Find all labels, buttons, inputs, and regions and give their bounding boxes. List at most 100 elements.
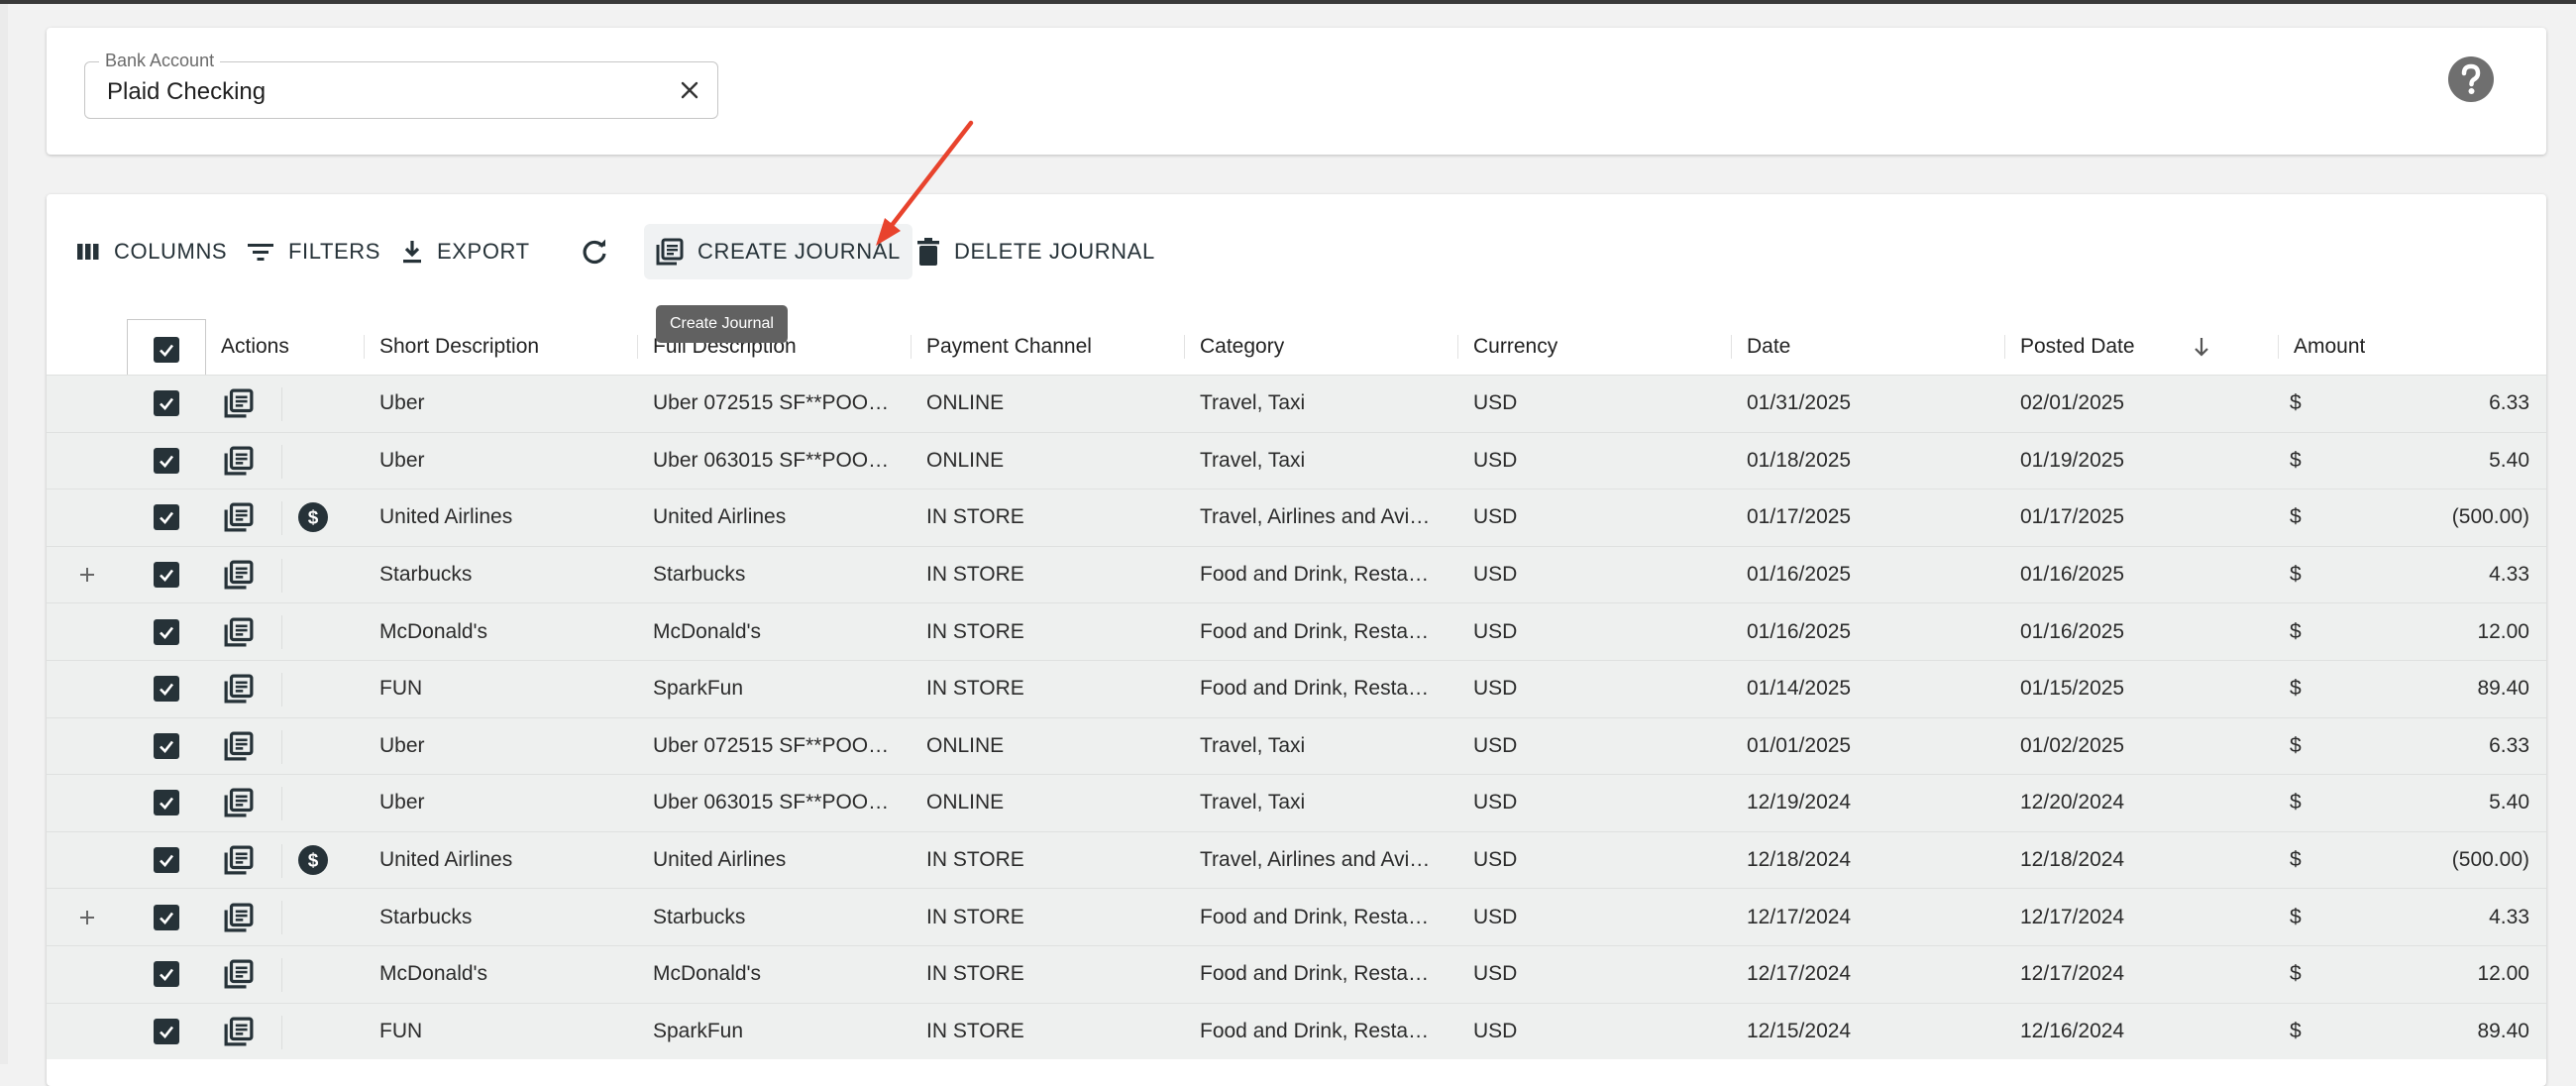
library-books-icon [224,903,254,932]
dollar-circle-icon[interactable]: $ [297,844,329,876]
header-category[interactable]: Category [1200,319,1284,375]
plus-icon[interactable] [77,565,97,585]
expand-cell[interactable] [72,832,102,889]
dollar-cell[interactable]: $ [297,889,329,945]
table-row[interactable]: $ Uber Uber 063015 SF**POO… ONLINE Trave… [47,431,2546,489]
header-posted-date[interactable]: Posted Date [2020,319,2135,375]
select-all-checkbox[interactable] [127,319,206,380]
dollar-cell[interactable]: $ [297,1004,329,1060]
view-journal-button[interactable] [221,603,257,660]
header-amount[interactable]: Amount [2294,319,2365,375]
row-checkbox[interactable] [152,547,181,603]
dollar-cell[interactable]: $ [297,946,329,1003]
expand-cell[interactable] [72,1004,102,1060]
library-books-icon [224,446,254,476]
delete-journal-button[interactable]: DELETE JOURNAL [916,224,1155,279]
view-journal-button[interactable] [221,946,257,1003]
header-currency[interactable]: Currency [1473,319,1557,375]
expand-cell[interactable] [72,603,102,660]
row-checkbox[interactable] [152,489,181,546]
row-checkbox[interactable] [152,775,181,831]
view-journal-button[interactable] [221,376,257,432]
view-journal-button[interactable] [221,889,257,945]
row-checkbox[interactable] [152,718,181,775]
refresh-button[interactable] [580,224,623,279]
expand-cell[interactable] [72,946,102,1003]
row-checkbox[interactable] [152,661,181,717]
left-gutter [0,4,8,1064]
row-checkbox[interactable] [152,1004,181,1060]
view-journal-button[interactable] [221,718,257,775]
view-journal-button[interactable] [221,832,257,889]
expand-cell[interactable] [72,889,102,945]
expand-cell[interactable] [72,718,102,775]
dollar-cell[interactable]: $ [297,489,329,546]
row-checkbox[interactable] [152,433,181,489]
dollar-cell[interactable]: $ [297,661,329,717]
table-row[interactable]: $ Uber Uber 072515 SF**POO… ONLINE Trave… [47,375,2546,432]
view-journal-button[interactable] [221,775,257,831]
posted-text: 01/15/2025 [2020,677,2125,701]
table-row[interactable]: $ FUN SparkFun IN STORE Food and Drink, … [47,659,2546,717]
view-journal-button[interactable] [221,1004,257,1060]
column-separator[interactable] [1184,335,1185,359]
expand-cell[interactable] [72,661,102,717]
column-separator[interactable] [2278,335,2279,359]
expand-cell[interactable] [72,775,102,831]
expand-cell[interactable] [72,433,102,489]
dollar-cell[interactable]: $ [297,775,329,831]
category-cell: Travel, Taxi [1200,376,1449,432]
filters-button[interactable]: FILTERS [247,224,380,279]
column-separator[interactable] [1731,335,1732,359]
view-journal-button[interactable] [221,433,257,489]
bank-account-value[interactable]: Plaid Checking [107,78,266,106]
table-row[interactable]: $ Starbucks Starbucks IN STORE Food and … [47,545,2546,603]
expand-cell[interactable] [72,376,102,432]
clear-icon[interactable] [676,76,703,104]
row-checkbox[interactable] [152,889,181,945]
table-row[interactable]: $ United Airlines United Airlines IN STO… [47,830,2546,889]
arrow-down-icon[interactable] [2193,319,2210,375]
table-row[interactable]: $ United Airlines United Airlines IN STO… [47,489,2546,546]
create-journal-button[interactable]: CREATE JOURNAL [644,224,912,279]
table-row[interactable]: $ McDonald's McDonald's IN STORE Food an… [47,602,2546,660]
view-journal-button[interactable] [221,489,257,546]
header-payment-channel[interactable]: Payment Channel [926,319,1092,375]
header-short-description[interactable]: Short Description [379,319,539,375]
column-separator[interactable] [364,335,365,359]
column-separator[interactable] [637,335,638,359]
short-text: McDonald's [379,619,488,643]
help-circle-icon[interactable] [2447,55,2495,103]
row-checkbox[interactable] [152,832,181,889]
columns-button[interactable]: COLUMNS [76,224,227,279]
dollar-cell[interactable]: $ [297,376,329,432]
row-checkbox[interactable] [152,603,181,660]
column-separator[interactable] [2004,335,2005,359]
expand-cell[interactable] [72,489,102,546]
short-description-cell: Starbucks [379,547,629,603]
table-row[interactable]: $ Uber Uber 063015 SF**POO… ONLINE Trave… [47,774,2546,831]
header-date[interactable]: Date [1747,319,1790,375]
bank-account-field[interactable]: Bank Account Plaid Checking [84,51,718,119]
table-row[interactable]: $ McDonald's McDonald's IN STORE Food an… [47,944,2546,1003]
dollar-circle-icon[interactable]: $ [297,501,329,533]
grid-header: Actions Short Description Full Descripti… [47,319,2546,380]
dollar-cell[interactable]: $ [297,603,329,660]
expand-cell[interactable] [72,547,102,603]
dollar-cell[interactable]: $ [297,718,329,775]
table-row[interactable]: $ Starbucks Starbucks IN STORE Food and … [47,888,2546,945]
column-separator[interactable] [911,335,912,359]
export-button[interactable]: EXPORT [401,224,530,279]
currency-text: USD [1473,505,1518,529]
row-checkbox[interactable] [152,946,181,1003]
dollar-cell[interactable]: $ [297,832,329,889]
plus-icon[interactable] [77,908,97,927]
view-journal-button[interactable] [221,547,257,603]
column-separator[interactable] [1457,335,1458,359]
dollar-cell[interactable]: $ [297,547,329,603]
table-row[interactable]: $ Uber Uber 072515 SF**POO… ONLINE Trave… [47,716,2546,775]
row-checkbox[interactable] [152,376,181,432]
dollar-cell[interactable]: $ [297,433,329,489]
table-row[interactable]: $ FUN SparkFun IN STORE Food and Drink, … [47,1002,2546,1060]
view-journal-button[interactable] [221,661,257,717]
